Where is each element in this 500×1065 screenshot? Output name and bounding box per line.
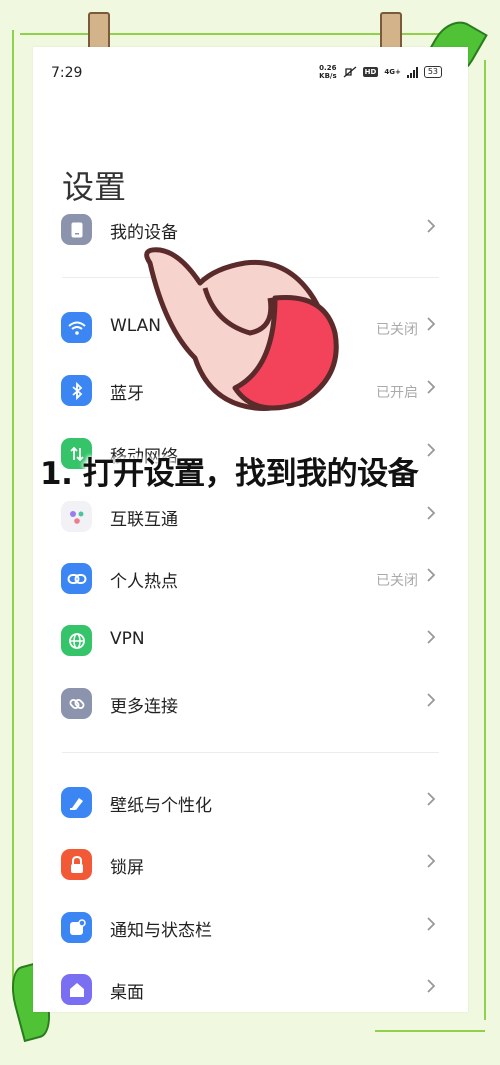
row-value: 已关闭 <box>376 573 418 589</box>
row-label: 壁纸与个性化 <box>110 796 212 816</box>
signal-icon <box>406 66 418 78</box>
chevron-right-icon <box>427 506 436 520</box>
settings-row-lock-screen[interactable]: 锁屏 <box>33 839 468 889</box>
more-connections-icon <box>61 688 92 719</box>
chevron-right-icon <box>427 792 436 806</box>
status-bar: 7:29 0.26 KB/s HD 4G+ 53 <box>33 47 468 97</box>
thumbs-up-sticker-icon <box>144 247 339 411</box>
vpn-icon <box>61 625 92 656</box>
settings-row-more-connections[interactable]: 更多连接 <box>33 678 468 728</box>
hd-badge: HD <box>362 67 379 77</box>
row-value: 已开启 <box>376 385 418 401</box>
chevron-right-icon <box>427 693 436 707</box>
row-label: 通知与状态栏 <box>110 921 212 941</box>
row-value: 已关闭 <box>376 322 418 338</box>
wifi-icon <box>61 312 92 343</box>
network-type: 4G+ <box>384 68 401 76</box>
settings-row-wallpaper[interactable]: 壁纸与个性化 <box>33 777 468 827</box>
net-speed: 0.26 KB/s <box>319 64 336 80</box>
chevron-right-icon <box>427 380 436 394</box>
row-label: 个人热点 <box>110 572 178 592</box>
settings-row-interconnect[interactable]: 互联互通 <box>33 491 468 541</box>
chevron-right-icon <box>427 979 436 993</box>
notification-icon <box>61 912 92 943</box>
row-label: VPN <box>110 629 145 649</box>
net-speed-unit: KB/s <box>319 72 337 80</box>
chevron-right-icon <box>427 854 436 868</box>
settings-screen: 7:29 0.26 KB/s HD 4G+ 53 设置 我的设备 WLAN 已关… <box>33 47 468 1012</box>
divider <box>62 752 439 753</box>
chevron-right-icon <box>427 568 436 582</box>
settings-row-home-screen[interactable]: 桌面 <box>33 964 468 1012</box>
home-screen-icon <box>61 974 92 1005</box>
frame-line-bottom <box>375 1030 485 1032</box>
row-label: 互联互通 <box>110 510 178 530</box>
battery-icon: 53 <box>423 66 442 78</box>
lock-icon <box>61 849 92 880</box>
chevron-right-icon <box>427 917 436 931</box>
row-label: 更多连接 <box>110 697 178 717</box>
frame-line-left <box>12 30 14 990</box>
row-label: 锁屏 <box>110 858 144 878</box>
device-icon <box>61 214 92 245</box>
interconnect-icon <box>61 501 92 532</box>
status-time: 7:29 <box>51 65 83 81</box>
settings-row-vpn[interactable]: VPN <box>33 615 468 665</box>
status-icons: 0.26 KB/s HD 4G+ 53 <box>319 64 442 80</box>
chevron-right-icon <box>427 317 436 331</box>
settings-row-hotspot[interactable]: 个人热点 已关闭 <box>33 553 468 603</box>
settings-row-notifications[interactable]: 通知与状态栏 <box>33 902 468 952</box>
wallpaper-icon <box>61 787 92 818</box>
chevron-right-icon <box>427 443 436 457</box>
bluetooth-icon <box>61 375 92 406</box>
frame-line-right <box>484 60 486 1020</box>
mute-icon <box>343 66 357 78</box>
hotspot-icon <box>61 563 92 594</box>
chevron-right-icon <box>427 630 436 644</box>
row-label: 桌面 <box>110 983 144 1003</box>
net-speed-value: 0.26 <box>319 64 337 72</box>
chevron-right-icon <box>427 219 436 233</box>
tutorial-caption: 1. 打开设置，找到我的设备 <box>40 456 419 492</box>
page-title: 设置 <box>62 168 127 206</box>
